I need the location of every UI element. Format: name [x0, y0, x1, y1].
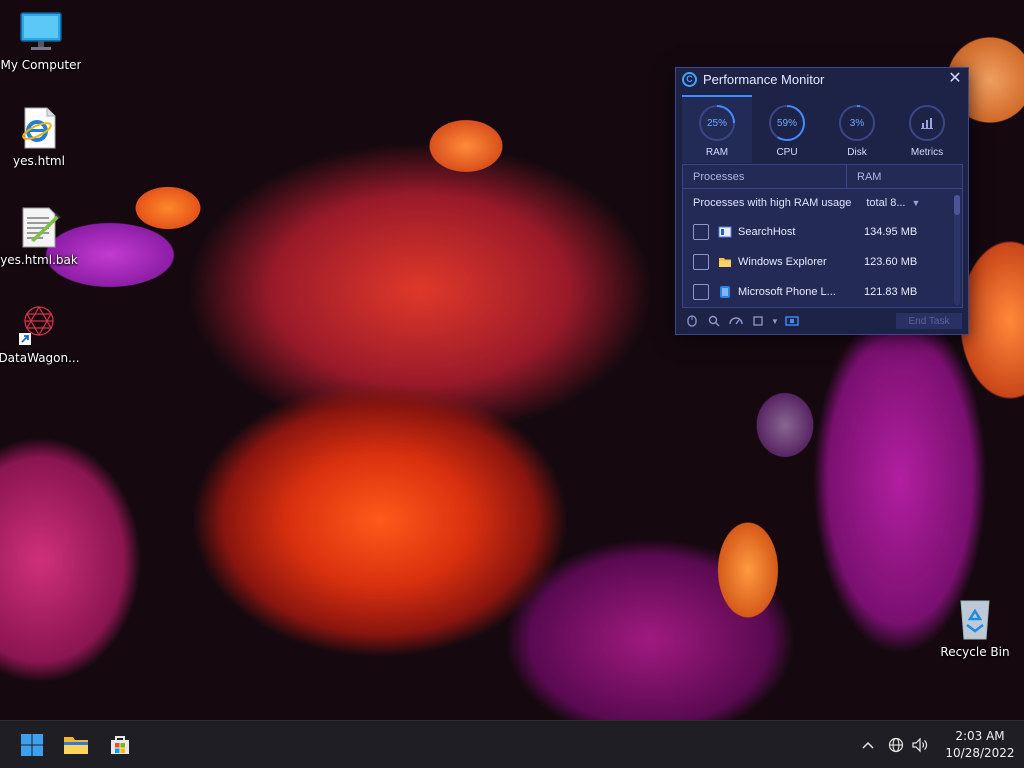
- process-ram: 123.60 MB: [864, 256, 918, 268]
- row-checkbox[interactable]: [693, 254, 709, 270]
- tab-ram[interactable]: 25% RAM: [682, 95, 752, 163]
- windows-logo-icon: [21, 733, 43, 756]
- close-icon: ✕: [948, 70, 962, 87]
- monitor-icon: [19, 10, 63, 54]
- phone-link-app-icon: [720, 286, 730, 298]
- group-label: Processes with high RAM usage: [693, 197, 852, 209]
- clock-time: 2:03 AM: [955, 729, 1005, 743]
- clock-date: 10/28/2022: [945, 746, 1015, 760]
- cpu-gauge: 59%: [769, 105, 805, 141]
- mouse-icon[interactable]: [682, 311, 702, 331]
- tab-label: CPU: [776, 147, 798, 158]
- desktop-icon-label: DataWagon...: [0, 351, 80, 365]
- crop-icon[interactable]: [748, 311, 768, 331]
- process-ram: 121.83 MB: [864, 286, 918, 298]
- window-toolbar: ▼ End Task: [682, 310, 962, 332]
- taskbar: 2:03 AM 10/28/2022: [0, 720, 1024, 768]
- chevron-up-icon: [862, 741, 874, 749]
- process-name: Windows Explorer: [738, 256, 827, 268]
- table-row[interactable]: SearchHost 134.95 MB: [683, 217, 962, 247]
- desktop-icon-recycle-bin[interactable]: Recycle Bin: [934, 597, 1016, 659]
- app-logo-icon: C: [682, 71, 697, 87]
- html-file-icon: [17, 106, 61, 150]
- searchhost-app-icon: [718, 226, 732, 238]
- datawagon-logo-icon: [17, 303, 61, 347]
- volume-icon[interactable]: [908, 733, 932, 757]
- vertical-scrollbar[interactable]: [954, 195, 960, 305]
- group-total: total 8...: [866, 197, 906, 209]
- metric-tabs: 25% RAM 59% CPU 3% Disk Metrics: [682, 95, 962, 163]
- window-title: Performance Monitor: [703, 71, 825, 87]
- process-name: Microsoft Phone L...: [738, 286, 836, 298]
- process-group-header[interactable]: Processes with high RAM usage total 8...…: [683, 189, 962, 217]
- disk-gauge: 3%: [839, 105, 875, 141]
- clock[interactable]: 2:03 AM 10/28/2022: [936, 728, 1024, 762]
- store-icon: [111, 735, 129, 754]
- process-ram: 134.95 MB: [864, 226, 918, 238]
- chevron-down-icon[interactable]: ▼: [912, 198, 921, 208]
- close-button[interactable]: ✕: [946, 69, 964, 89]
- tab-disk[interactable]: 3% Disk: [822, 95, 892, 163]
- scrollbar-thumb[interactable]: [954, 195, 960, 215]
- desktop-icon-label: Recycle Bin: [940, 645, 1010, 659]
- file-explorer-button[interactable]: [56, 725, 96, 765]
- system-tray: 2:03 AM 10/28/2022: [856, 721, 1024, 768]
- tab-label: Disk: [847, 147, 867, 158]
- desktop-icon-yes-html[interactable]: yes.html: [0, 106, 80, 168]
- column-header-processes[interactable]: Processes: [683, 165, 847, 188]
- desktop-icon-datawagon[interactable]: DataWagon...: [0, 303, 80, 365]
- show-hidden-icons-button[interactable]: [856, 733, 880, 757]
- process-table: Processes RAM Processes with high RAM us…: [682, 164, 963, 308]
- row-checkbox[interactable]: [693, 224, 709, 240]
- table-row[interactable]: Windows Explorer 123.60 MB: [683, 247, 962, 277]
- speed-icon[interactable]: [726, 311, 746, 331]
- metrics-icon: [909, 105, 945, 141]
- folder-icon: [719, 258, 731, 267]
- table-row[interactable]: Microsoft Phone L... 121.83 MB: [683, 277, 962, 307]
- start-button[interactable]: [12, 725, 52, 765]
- performance-monitor-window[interactable]: C Performance Monitor ✕ 25% RAM 59% CPU …: [675, 67, 969, 335]
- window-titlebar[interactable]: C Performance Monitor: [676, 68, 968, 90]
- column-header-ram[interactable]: RAM: [847, 171, 881, 183]
- screen-record-icon[interactable]: [782, 311, 802, 331]
- desktop-icon-label: My Computer: [0, 58, 82, 72]
- table-header: Processes RAM: [683, 165, 962, 189]
- text-file-icon: [17, 205, 61, 249]
- desktop-icon-label: yes.html: [13, 154, 65, 168]
- tab-label: Metrics: [910, 147, 944, 158]
- process-name: SearchHost: [738, 226, 796, 238]
- desktop-icon-label: yes.html.bak: [0, 253, 78, 267]
- folder-icon: [64, 736, 88, 754]
- end-task-button[interactable]: End Task: [896, 313, 962, 329]
- search-icon[interactable]: [704, 311, 724, 331]
- tab-label: RAM: [705, 147, 729, 158]
- row-checkbox[interactable]: [693, 284, 709, 300]
- store-button[interactable]: [100, 725, 140, 765]
- desktop-icon-my-computer[interactable]: My Computer: [0, 10, 82, 72]
- chevron-down-icon[interactable]: ▼: [770, 311, 780, 331]
- recycle-bin-icon: [953, 597, 997, 641]
- ram-gauge: 25%: [699, 105, 735, 141]
- tab-metrics[interactable]: Metrics: [892, 95, 962, 163]
- network-globe-icon[interactable]: [884, 733, 908, 757]
- desktop-icon-yes-html-bak[interactable]: yes.html.bak: [0, 205, 80, 267]
- tab-cpu[interactable]: 59% CPU: [752, 95, 822, 163]
